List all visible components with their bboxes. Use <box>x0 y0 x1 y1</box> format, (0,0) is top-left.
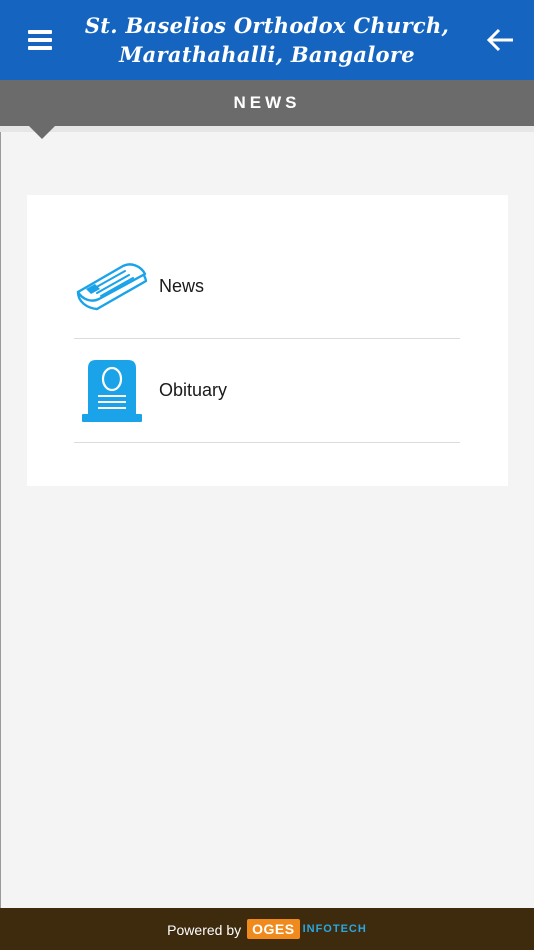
section-title-bar: NEWS <box>0 80 534 126</box>
infotech-logo-text: INFOTECH <box>302 923 367 935</box>
app-header: St. Baselios Orthodox Church, Marathahal… <box>0 0 534 80</box>
section-underline <box>0 126 534 132</box>
app-footer: Powered by OGES INFOTECH <box>0 908 534 950</box>
left-edge-line <box>0 132 1 908</box>
section-pointer <box>27 124 57 139</box>
tombstone-icon <box>74 356 150 426</box>
menu-item-obituary[interactable]: Obituary <box>74 339 460 443</box>
menu-item-news[interactable]: News <box>74 235 460 339</box>
hamburger-menu-icon[interactable] <box>28 30 52 50</box>
app-title-line2: Marathahalli, Bangalore <box>119 42 415 67</box>
app-title: St. Baselios Orthodox Church, Marathahal… <box>85 11 449 69</box>
menu-item-news-label: News <box>159 276 205 296</box>
oges-logo-badge[interactable]: OGES <box>247 919 300 939</box>
news-menu-card: News Obituary <box>27 195 508 486</box>
arrow-left-icon[interactable] <box>486 24 516 56</box>
menu-item-obituary-label: Obituary <box>159 380 228 400</box>
section-title: NEWS <box>233 93 301 112</box>
newspaper-icon <box>74 252 150 322</box>
app-title-line1: St. Baselios Orthodox Church, <box>84 13 450 38</box>
powered-by-text: Powered by <box>167 922 242 938</box>
